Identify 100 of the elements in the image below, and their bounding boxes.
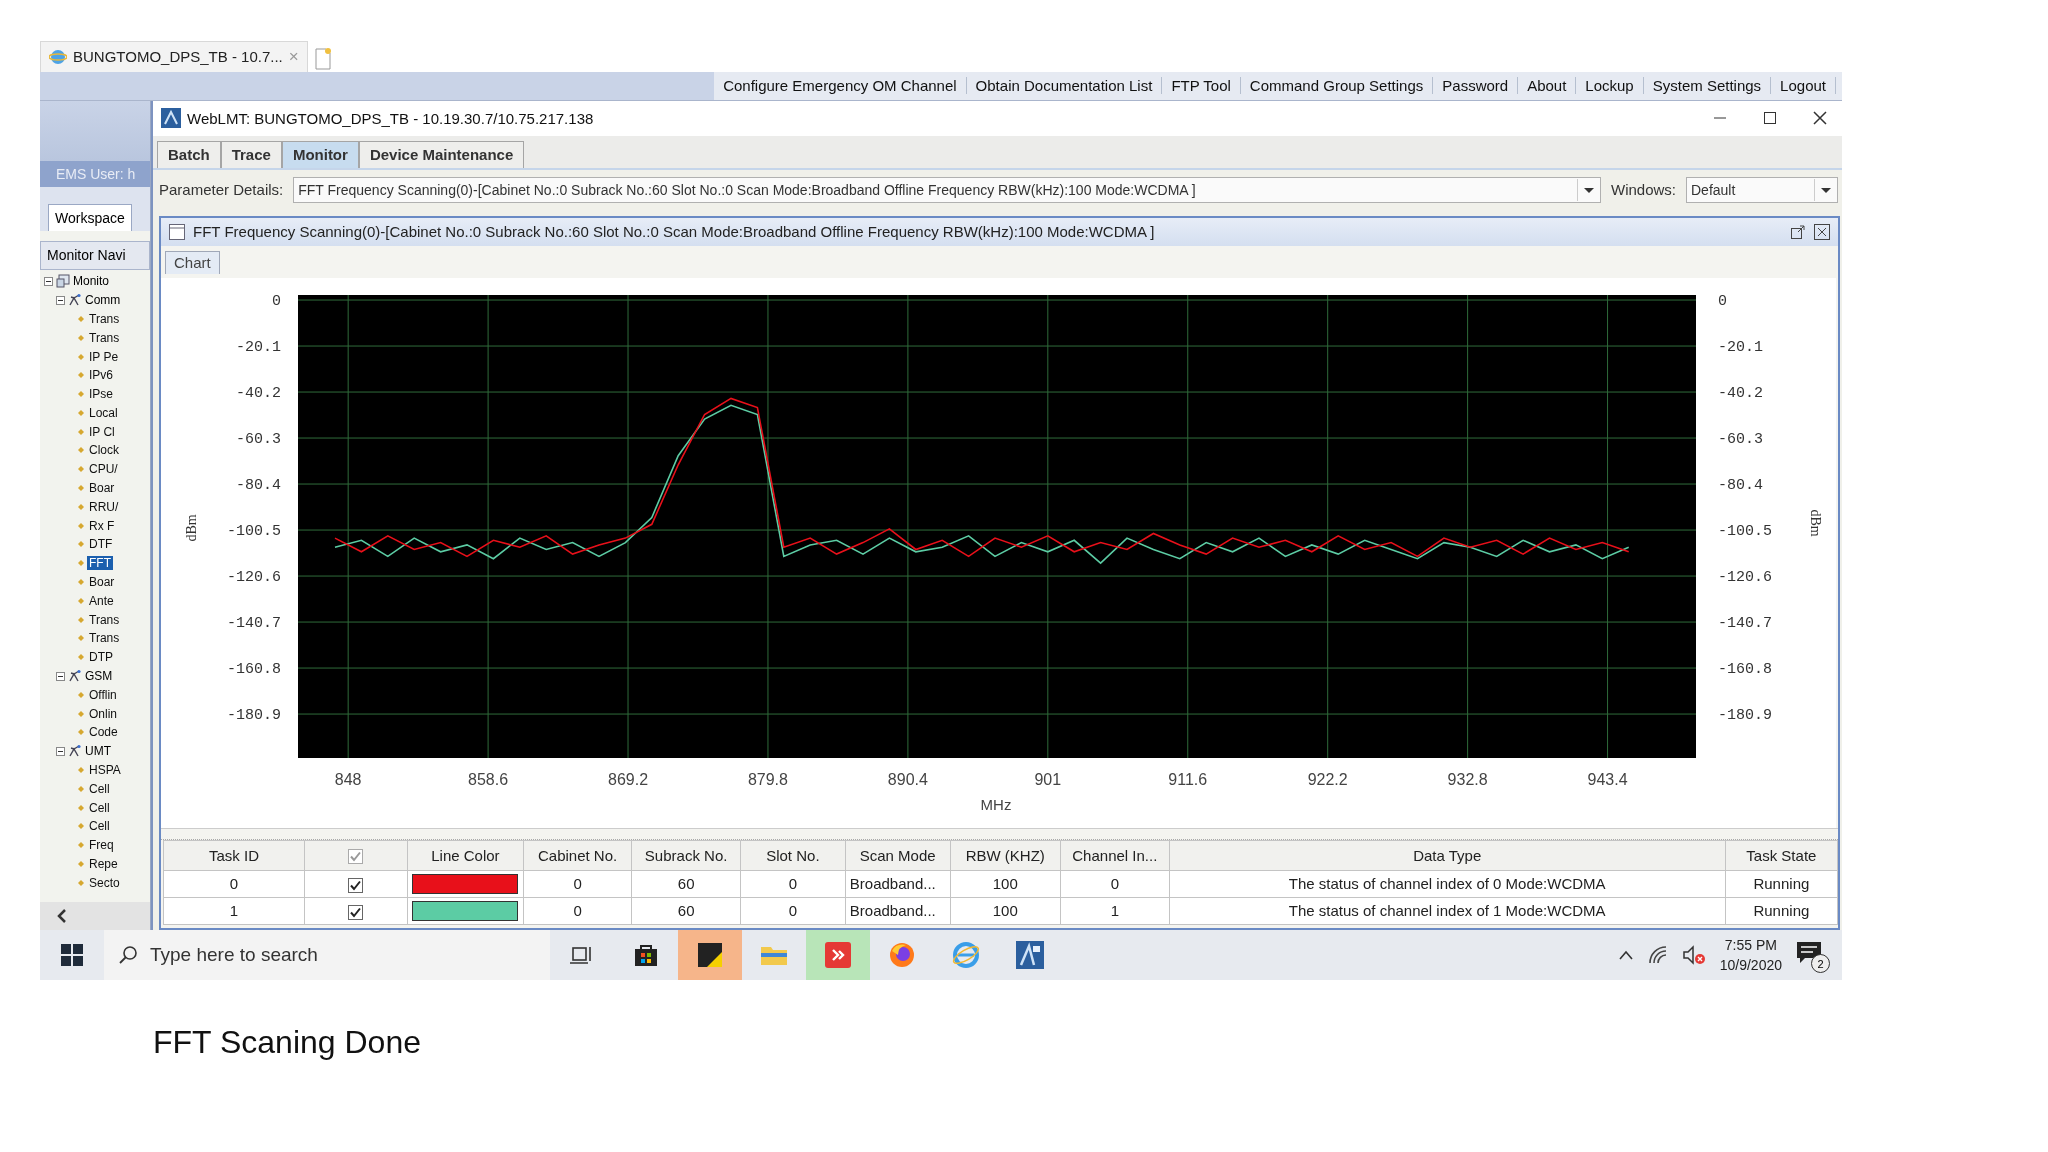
bullet-icon: [78, 447, 84, 454]
tree-item[interactable]: GSM: [85, 669, 113, 684]
column-header: Cabinet No.: [523, 840, 632, 871]
y-tick-label: -80.4: [236, 476, 281, 494]
y-tick-label: -140.7: [1718, 614, 1772, 632]
tab[interactable]: Monitor: [281, 140, 359, 168]
menu-item[interactable]: Logout: [1771, 77, 1836, 95]
tree-item[interactable]: IP Cl: [87, 424, 117, 439]
tree-item[interactable]: Trans: [87, 631, 122, 646]
y-tick-label: -40.2: [236, 384, 281, 402]
windows-dropdown[interactable]: Default: [1686, 176, 1838, 203]
tab[interactable]: Trace: [220, 140, 282, 168]
tree-item[interactable]: Boar: [87, 575, 117, 590]
menu-item[interactable]: Command Group Settings: [1240, 77, 1434, 95]
checkbox[interactable]: [348, 849, 364, 865]
checkbox[interactable]: [348, 877, 364, 893]
expander-icon[interactable]: [44, 276, 53, 286]
scroll-left-icon[interactable]: [56, 908, 68, 924]
tree-item[interactable]: IP Pe: [87, 349, 121, 364]
menu-item[interactable]: Password: [1433, 77, 1519, 95]
tab[interactable]: Batch: [157, 140, 221, 168]
browser-tab[interactable]: BUNGTOMO_DPS_TB - 10.7... ×: [40, 40, 308, 72]
menu-item[interactable]: Obtain Documentation List: [966, 77, 1163, 95]
speaker-muted-icon[interactable]: [1681, 945, 1706, 965]
tree-item[interactable]: Trans: [87, 311, 122, 326]
tree-item[interactable]: FFT: [87, 556, 113, 571]
menu-item[interactable]: FTP Tool: [1162, 77, 1241, 95]
table-cell: 0: [1060, 870, 1170, 898]
tree-item[interactable]: Clock: [87, 443, 121, 458]
field-label: Parameter Details:: [159, 181, 284, 199]
tree-item[interactable]: Freq: [87, 838, 116, 853]
tree-item[interactable]: HSPA: [87, 763, 123, 778]
x-tick-label: 901: [1034, 770, 1062, 788]
y-tick-label: 0: [1718, 292, 1727, 310]
clock-date[interactable]: 10/9/2020: [1719, 955, 1782, 975]
browser-icon[interactable]: [888, 941, 916, 969]
tree-item[interactable]: Secto: [87, 875, 122, 890]
bullet-icon: [78, 503, 84, 510]
tree-item[interactable]: Offlin: [87, 687, 119, 702]
tree-item[interactable]: Trans: [87, 330, 122, 345]
wifi-icon[interactable]: [1647, 945, 1668, 965]
panel-header: Monitor Navi: [40, 240, 150, 270]
close-icon[interactable]: [1812, 110, 1828, 127]
table-cell: Running: [1725, 870, 1838, 898]
tree-item[interactable]: CPU/: [87, 462, 120, 477]
tree-item[interactable]: IPse: [87, 387, 115, 402]
expander-icon[interactable]: [56, 295, 65, 305]
tree-item[interactable]: Cell: [87, 819, 112, 834]
tree-item[interactable]: Monito: [73, 274, 110, 289]
table-cell: The status of channel index of 0 Mode:WCDMA: [1169, 870, 1726, 898]
y-tick-label: -40.2: [1718, 384, 1763, 402]
app-icon[interactable]: [824, 941, 852, 969]
tree-item[interactable]: Local: [87, 405, 120, 420]
expander-icon[interactable]: [56, 671, 65, 681]
tree-item[interactable]: Repe: [87, 857, 120, 871]
tree-item[interactable]: Onlin: [87, 706, 119, 721]
restore-icon[interactable]: [1790, 223, 1806, 240]
parameter-dropdown[interactable]: FFT Frequency Scanning(0)-[Cabinet No.:0 Subrack No.:60 Slot No.:0 Scan Mode:Broadband Offline Frequency RBW(kHz):100 Mode:WCDMA ]: [293, 176, 1601, 203]
tree-item[interactable]: Rx F: [87, 518, 117, 533]
bullet-icon: [78, 597, 84, 604]
x-tick-label: 890.4: [887, 770, 928, 788]
table-cell: 100: [950, 897, 1061, 925]
windows-logo-icon[interactable]: [61, 944, 83, 966]
bullet-icon: [78, 315, 84, 322]
tree-item[interactable]: DTF: [87, 537, 115, 552]
bullet-icon: [78, 654, 84, 661]
menu-item[interactable]: Configure Emergency OM Channel: [714, 77, 967, 95]
chevron-up-icon[interactable]: [1617, 949, 1634, 961]
network-icon: [68, 744, 82, 759]
checkbox[interactable]: [348, 904, 364, 920]
close-icon[interactable]: [1814, 223, 1830, 240]
workspace-tab[interactable]: Workspace: [48, 203, 132, 231]
menu-item[interactable]: About: [1518, 77, 1577, 95]
table-cell: 1: [163, 897, 305, 925]
search-field[interactable]: Type here to search: [104, 930, 550, 980]
tree-item[interactable]: Ante: [87, 593, 116, 608]
clock-time[interactable]: 7:55 PM: [1724, 935, 1777, 955]
tree-item[interactable]: IPv6: [87, 368, 115, 383]
tree-item[interactable]: Comm: [85, 293, 121, 308]
tree-item[interactable]: Cell: [87, 781, 112, 796]
tab[interactable]: Chart: [165, 250, 220, 274]
tree-item[interactable]: Cell: [87, 800, 112, 815]
task-view-icon[interactable]: [570, 945, 594, 965]
tab[interactable]: Device Maintenance: [358, 140, 525, 168]
tree-item[interactable]: Boar: [87, 481, 117, 496]
tree-item[interactable]: Code: [87, 725, 120, 740]
tree-item[interactable]: DTP: [87, 650, 115, 665]
bullet-icon: [78, 842, 84, 849]
bullet-icon: [78, 767, 84, 774]
tree-item[interactable]: Trans: [87, 612, 122, 627]
tree-item[interactable]: RRU/: [87, 499, 121, 514]
menu-item[interactable]: Lockup: [1576, 77, 1644, 95]
expander-icon[interactable]: [56, 746, 65, 756]
tree-item[interactable]: UMT: [85, 744, 111, 759]
x-tick-label: 858.6: [468, 770, 509, 788]
app-icon[interactable]: [1016, 941, 1044, 969]
menu-item[interactable]: System Settings: [1643, 77, 1772, 95]
shopping-bag-icon[interactable]: [633, 942, 659, 968]
sticky-note-icon[interactable]: [697, 942, 723, 968]
maximize-icon[interactable]: [1763, 111, 1777, 126]
